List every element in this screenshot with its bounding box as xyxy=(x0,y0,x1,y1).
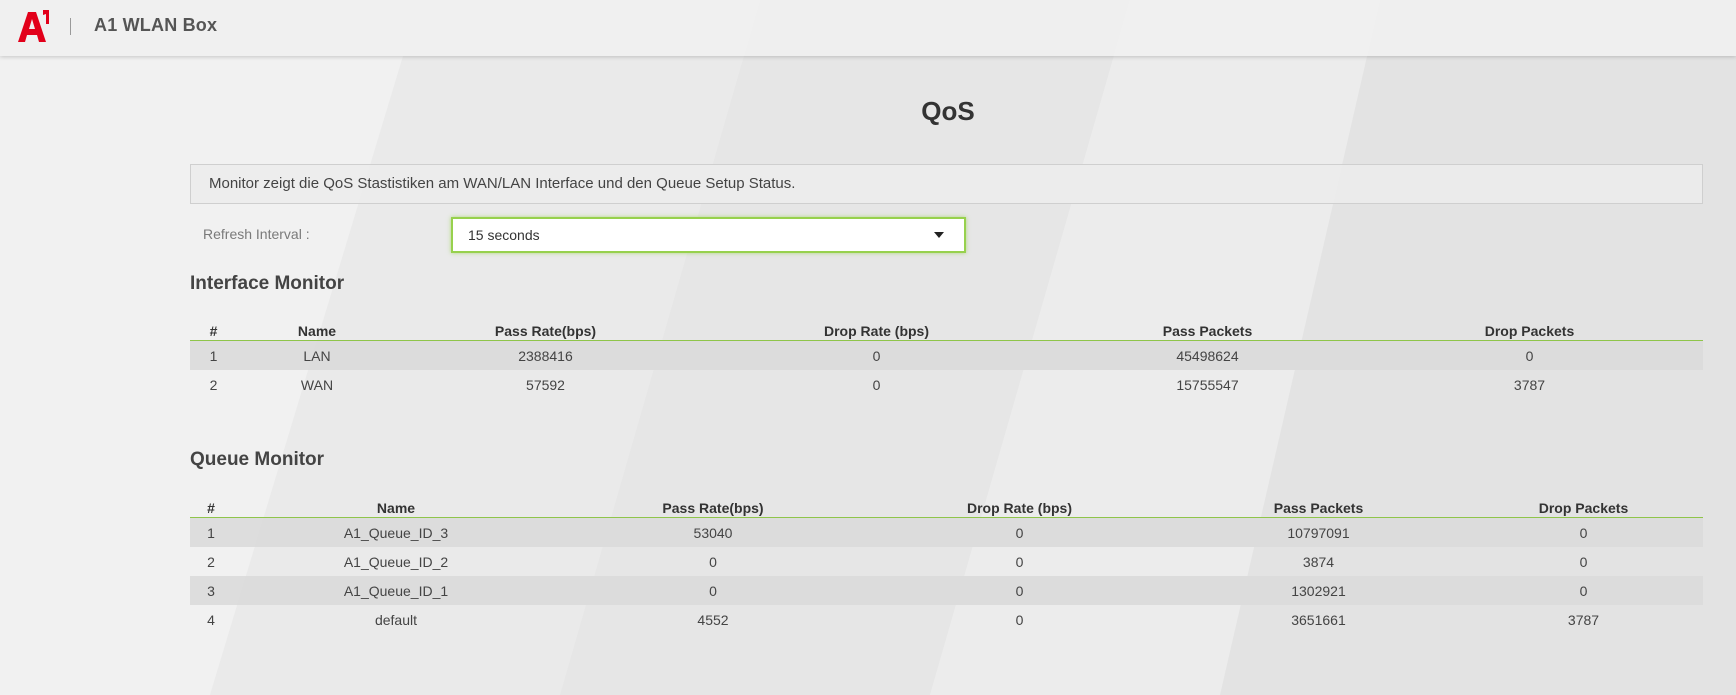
column-header: Drop Packets xyxy=(1464,493,1703,518)
column-header: Drop Rate (bps) xyxy=(694,316,1059,341)
table-row: 1 A1_Queue_ID_3 53040 0 10797091 0 xyxy=(190,517,1703,547)
column-header: # xyxy=(190,316,237,341)
table-cell: 10797091 xyxy=(1173,517,1464,547)
table-cell: 1 xyxy=(190,340,237,370)
column-header: Drop Packets xyxy=(1356,316,1703,341)
table-cell: LAN xyxy=(237,340,397,370)
page-title: QoS xyxy=(921,96,975,126)
column-header: Pass Rate(bps) xyxy=(560,493,866,518)
table-cell: 4 xyxy=(207,611,215,628)
column-header: Name xyxy=(232,493,560,518)
queue-monitor-table: # Name Pass Rate(bps) Drop Rate (bps) Pa… xyxy=(190,493,1703,634)
table-cell: 0 xyxy=(1464,517,1703,547)
table-cell: 0 xyxy=(1356,340,1703,370)
column-header: Name xyxy=(237,316,397,341)
column-header: Pass Packets xyxy=(1173,493,1464,518)
table-cell: 1302921 xyxy=(1173,576,1464,605)
table-cell: 0 xyxy=(866,517,1173,547)
table-cell: 53040 xyxy=(560,517,866,547)
column-header: Pass Packets xyxy=(1059,316,1356,341)
table-cell: A1_Queue_ID_1 xyxy=(232,576,560,605)
table-cell: 0 xyxy=(560,576,866,605)
description-box: Monitor zeigt die QoS Stastistiken am WA… xyxy=(190,164,1703,204)
table-cell: 0 xyxy=(872,376,881,393)
chevron-down-icon xyxy=(934,232,944,238)
queue-monitor-title: Queue Monitor xyxy=(190,449,325,470)
table-row: 3 A1_Queue_ID_1 0 0 1302921 0 xyxy=(190,576,1703,605)
table-cell: 0 xyxy=(1579,553,1588,570)
table-cell: 3787 xyxy=(1567,611,1600,628)
table-cell: WAN xyxy=(300,376,334,393)
column-header: Pass Rate(bps) xyxy=(397,316,694,341)
table-cell: 3787 xyxy=(1513,376,1546,393)
table-cell: 0 xyxy=(1464,576,1703,605)
table-cell: 3651661 xyxy=(1291,611,1346,628)
column-header: # xyxy=(190,493,232,518)
table-cell: 57592 xyxy=(526,376,565,393)
table-cell: 2388416 xyxy=(397,340,694,370)
table-cell: 2 xyxy=(209,376,218,393)
top-bar: A1 WLAN Box xyxy=(0,0,1736,56)
header-divider xyxy=(70,18,71,35)
app-title: A1 WLAN Box xyxy=(94,15,218,35)
table-header-row: # Name Pass Rate(bps) Drop Rate (bps) Pa… xyxy=(190,493,1703,518)
table-cell: 4552 xyxy=(697,611,729,628)
refresh-interval-label: Refresh Interval : xyxy=(203,226,310,242)
table-cell: A1_Queue_ID_3 xyxy=(232,517,560,547)
table-cell: 0 xyxy=(866,576,1173,605)
table-cell: 0 xyxy=(1015,611,1024,628)
table-row: 2 WAN 57592 0 15755547 3787 xyxy=(190,370,1703,399)
column-header: Drop Rate (bps) xyxy=(866,493,1173,518)
table-cell: 3874 xyxy=(1302,553,1335,570)
description-text: Monitor zeigt die QoS Stastistiken am WA… xyxy=(209,175,796,192)
table-cell: 45498624 xyxy=(1059,340,1356,370)
table-cell: A1_Queue_ID_2 xyxy=(343,553,449,570)
table-cell: 3 xyxy=(190,576,232,605)
a1-logo[interactable] xyxy=(16,9,50,43)
refresh-interval-select[interactable]: 15 seconds xyxy=(451,217,966,253)
table-cell: 15755547 xyxy=(1176,376,1239,393)
table-row: 1 LAN 2388416 0 45498624 0 xyxy=(190,340,1703,370)
table-header-row: # Name Pass Rate(bps) Drop Rate (bps) Pa… xyxy=(190,316,1703,341)
table-cell: 0 xyxy=(1015,553,1024,570)
table-row: 4 default 4552 0 3651661 3787 xyxy=(190,605,1703,634)
table-cell: 1 xyxy=(190,517,232,547)
table-cell: default xyxy=(374,611,418,628)
table-row: 2 A1_Queue_ID_2 0 0 3874 0 xyxy=(190,547,1703,576)
table-cell: 0 xyxy=(709,553,717,570)
table-cell: 2 xyxy=(207,553,215,570)
table-cell: 0 xyxy=(694,340,1059,370)
interface-monitor-table: # Name Pass Rate(bps) Drop Rate (bps) Pa… xyxy=(190,316,1703,399)
interface-monitor-title: Interface Monitor xyxy=(190,273,345,294)
refresh-interval-value: 15 seconds xyxy=(468,227,540,243)
